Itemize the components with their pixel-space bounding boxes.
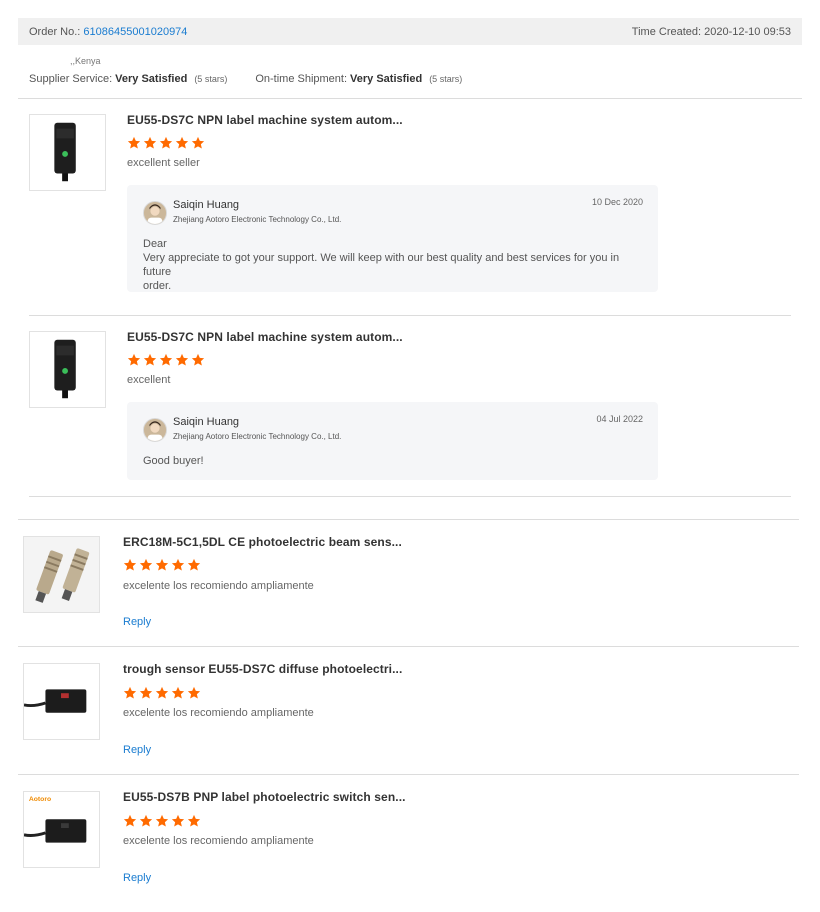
reply-link[interactable]: Reply bbox=[123, 744, 151, 756]
reply-message: Dear Very appreciate to got your support… bbox=[143, 237, 643, 293]
review-comment: excelente los recomiendo ampliamente bbox=[123, 707, 314, 719]
shipment-value: Very Satisfied bbox=[350, 73, 423, 85]
star-icon bbox=[139, 686, 153, 699]
star-icon bbox=[187, 814, 201, 827]
product-thumbnail[interactable]: Aotoro bbox=[23, 791, 100, 868]
star-icon bbox=[155, 686, 169, 699]
star-icon bbox=[171, 686, 185, 699]
order-number: Order No.: 61086455001020974 bbox=[29, 26, 187, 38]
supplier-service-stars: (5 stars) bbox=[194, 74, 228, 84]
product-title[interactable]: EU55-DS7C NPN label machine system autom… bbox=[127, 330, 403, 344]
time-created: Time Created: 2020-12-10 09:53 bbox=[632, 26, 791, 38]
time-created-label: Time Created: bbox=[631, 25, 702, 38]
reply-link[interactable]: Reply bbox=[123, 872, 151, 884]
seller-reply: Saiqin Huang Zhejiang Aotoro Electronic … bbox=[127, 185, 658, 292]
product-title[interactable]: ERC18M-5C1,5DL CE photoelectric beam sen… bbox=[123, 535, 402, 549]
product-title[interactable]: trough sensor EU55-DS7C diffuse photoele… bbox=[123, 662, 402, 676]
star-icon bbox=[155, 558, 169, 571]
black-sensor-icon bbox=[54, 339, 76, 399]
reply-date: 04 Jul 2022 bbox=[596, 414, 643, 424]
order-ratings: Supplier Service: Very Satisfied (5 star… bbox=[29, 73, 462, 85]
slot-sensor-icon: Aotoro bbox=[24, 796, 87, 843]
order-no-label: Order No.: bbox=[29, 25, 81, 38]
divider bbox=[18, 774, 799, 775]
divider bbox=[18, 519, 799, 520]
star-rating bbox=[127, 136, 205, 150]
reply-company: Zhejiang Aotoro Electronic Technology Co… bbox=[173, 215, 342, 224]
product-thumbnail[interactable] bbox=[29, 331, 106, 408]
star-icon bbox=[171, 814, 185, 827]
product-thumbnail[interactable] bbox=[23, 536, 100, 613]
star-icon bbox=[171, 558, 185, 571]
star-icon bbox=[123, 814, 137, 827]
star-icon bbox=[127, 136, 141, 149]
reply-author: Saiqin Huang bbox=[173, 199, 240, 211]
star-icon bbox=[143, 353, 157, 366]
buyer-country: ,,Kenya bbox=[70, 56, 101, 66]
star-icon bbox=[127, 353, 141, 366]
order-no-link[interactable]: 61086455001020974 bbox=[83, 26, 187, 38]
reply-link[interactable]: Reply bbox=[123, 616, 151, 628]
shipment-stars: (5 stars) bbox=[429, 74, 463, 84]
review-comment: excellent bbox=[127, 374, 171, 386]
star-icon bbox=[123, 558, 137, 571]
reply-message: Good buyer! bbox=[143, 454, 643, 468]
star-icon bbox=[159, 136, 173, 149]
divider bbox=[29, 496, 791, 497]
star-rating bbox=[123, 558, 201, 572]
review-comment: excellent seller bbox=[127, 157, 200, 169]
time-created-value: 2020-12-10 09:53 bbox=[704, 25, 791, 38]
star-rating bbox=[123, 686, 201, 700]
reply-line: Dear bbox=[143, 238, 167, 250]
reply-company: Zhejiang Aotoro Electronic Technology Co… bbox=[173, 432, 342, 441]
seller-reply: Saiqin Huang Zhejiang Aotoro Electronic … bbox=[127, 402, 658, 480]
star-icon bbox=[139, 814, 153, 827]
star-icon bbox=[155, 814, 169, 827]
reply-line: Good buyer! bbox=[143, 455, 204, 467]
supplier-service-rating: Supplier Service: Very Satisfied (5 star… bbox=[29, 73, 227, 85]
reply-author: Saiqin Huang bbox=[173, 416, 240, 428]
cylindrical-sensor-icon bbox=[24, 537, 99, 612]
product-title[interactable]: EU55-DS7B PNP label photoelectric switch… bbox=[123, 790, 406, 804]
avatar bbox=[143, 418, 167, 442]
star-rating bbox=[123, 814, 201, 828]
star-icon bbox=[191, 136, 205, 149]
star-icon bbox=[175, 353, 189, 366]
avatar-icon bbox=[144, 202, 166, 224]
divider bbox=[18, 646, 799, 647]
star-icon bbox=[123, 686, 137, 699]
supplier-service-label: Supplier Service: bbox=[29, 73, 113, 85]
reply-line: Very appreciate to got your support. We … bbox=[143, 252, 620, 278]
product-thumbnail[interactable] bbox=[29, 114, 106, 191]
star-icon bbox=[191, 353, 205, 366]
star-icon bbox=[143, 136, 157, 149]
star-icon bbox=[159, 353, 173, 366]
star-icon bbox=[175, 136, 189, 149]
supplier-service-value: Very Satisfied bbox=[115, 73, 188, 85]
review-comment: excelente los recomiendo ampliamente bbox=[123, 835, 314, 847]
star-icon bbox=[187, 558, 201, 571]
star-icon bbox=[139, 558, 153, 571]
slot-sensor-icon bbox=[24, 689, 87, 713]
avatar bbox=[143, 201, 167, 225]
shipment-rating: On-time Shipment: Very Satisfied (5 star… bbox=[255, 73, 462, 85]
reply-line: order. bbox=[143, 280, 172, 292]
product-thumbnail[interactable] bbox=[23, 663, 100, 740]
brand-logo: Aotoro bbox=[29, 796, 51, 803]
order-header: Order No.: 61086455001020974 Time Create… bbox=[18, 18, 802, 45]
product-title[interactable]: EU55-DS7C NPN label machine system autom… bbox=[127, 113, 403, 127]
star-rating bbox=[127, 353, 205, 367]
reply-date: 10 Dec 2020 bbox=[591, 197, 643, 207]
black-sensor-icon bbox=[54, 122, 76, 182]
divider bbox=[29, 315, 791, 316]
star-icon bbox=[187, 686, 201, 699]
review-comment: excelente los recomiendo ampliamente bbox=[123, 580, 314, 592]
divider bbox=[18, 98, 802, 99]
avatar-icon bbox=[144, 419, 166, 441]
shipment-label: On-time Shipment: bbox=[255, 73, 348, 85]
